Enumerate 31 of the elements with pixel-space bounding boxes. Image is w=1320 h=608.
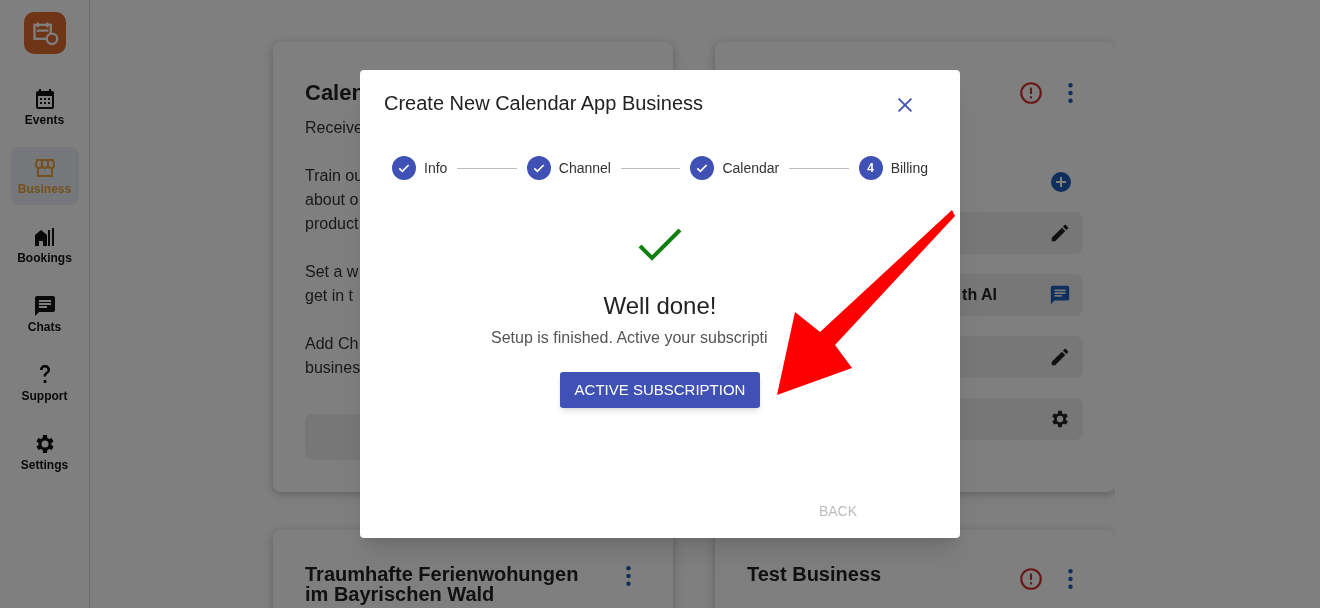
app-logo (23, 12, 66, 54)
storefront-icon (32, 156, 57, 180)
more-icon (1068, 569, 1073, 589)
sidebar-item[interactable]: Chats (10, 285, 79, 343)
chat-icon (32, 294, 57, 318)
stepper-step: 4 Billing (858, 156, 928, 180)
sidebar-item[interactable]: Settings (10, 423, 79, 481)
subscribe-button[interactable]: ACTIVE SUBSCRIPTION (560, 372, 760, 408)
sidebar-item[interactable]: Events (10, 78, 79, 136)
pencil-icon (1049, 222, 1071, 244)
chat-icon (1049, 284, 1071, 306)
stepper-step: Channel (526, 156, 611, 180)
card-paragraph: Receive (305, 118, 364, 138)
card-paragraph: Set a w get in t (305, 262, 360, 306)
sidebar-item[interactable]: Bookings (10, 216, 79, 274)
more-icon (626, 566, 631, 586)
stepper-step: Calendar (690, 156, 780, 180)
pencil-icon (1049, 346, 1071, 368)
row-label: th AI (962, 285, 997, 305)
dialog-title: Create New Calendar App Business (384, 91, 704, 115)
stepper-step: Info (392, 156, 448, 180)
buildings-icon (32, 225, 57, 249)
card-paragraph: Add Ch busines (305, 334, 362, 378)
card-title: Traumhafte Ferienwohungen im Bayrischen Wald (305, 564, 580, 604)
sidebar-item[interactable]: Support (10, 354, 79, 412)
settings-icon (1049, 408, 1071, 430)
step-indicator: 4 (858, 156, 883, 180)
success-heading: Well done! (603, 292, 717, 320)
more-icon (1068, 83, 1073, 103)
success-message: Setup is finished. Active your subscripti (491, 328, 768, 348)
card-title: Test Business (747, 564, 883, 584)
